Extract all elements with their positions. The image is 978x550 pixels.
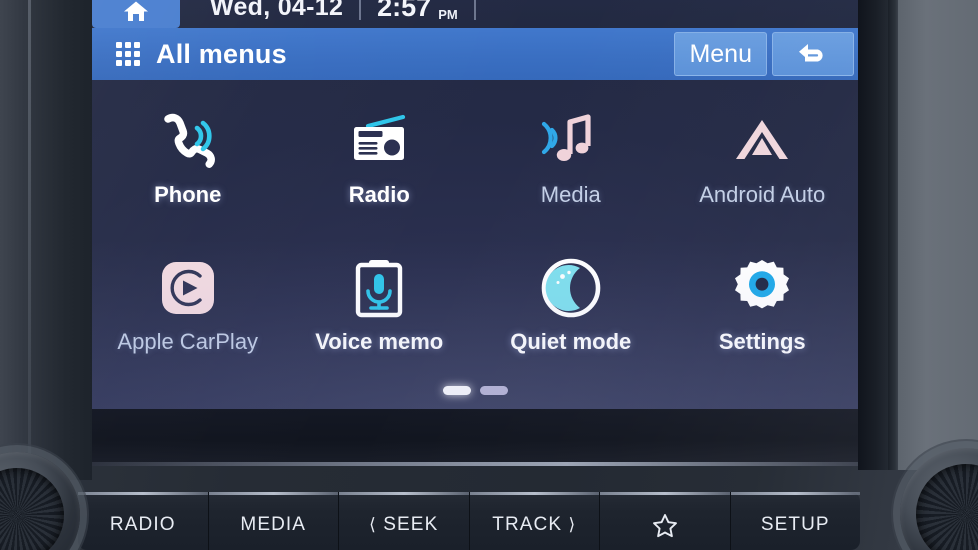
home-icon — [124, 1, 148, 21]
chevron-left-icon: ⟨ — [369, 515, 377, 534]
gear-icon — [729, 257, 795, 319]
volume-knob-grip — [0, 468, 64, 550]
app-label-media: Media — [540, 181, 601, 207]
status-datetime: Wed, 04-12 2:57 PM — [180, 0, 858, 28]
app-grid: Phone Radio Media Android Auto Apple Car… — [92, 84, 858, 379]
infotainment-screenshot: Wed, 04-12 2:57 PM All menus Menu Phone … — [0, 0, 978, 550]
app-tile-radio[interactable]: Radio — [284, 84, 476, 232]
hw-button-radio[interactable]: RADIO — [78, 492, 209, 550]
bezel-right-shadow — [858, 0, 892, 470]
app-tile-android-auto[interactable]: Android Auto — [667, 84, 859, 232]
hw-button-seek[interactable]: ⟨ SEEK — [339, 492, 470, 550]
grid-menu-icon — [116, 42, 140, 66]
back-arrow-icon — [799, 44, 823, 62]
app-label-apple-carplay: Apple CarPlay — [117, 329, 259, 355]
dash-trim-panel — [898, 0, 978, 470]
app-tile-voice-memo[interactable]: Voice memo — [284, 232, 476, 380]
title-bar: All menus Menu — [92, 28, 858, 80]
menu-button[interactable]: Menu — [674, 32, 767, 76]
chevron-right-icon: ⟩ — [568, 515, 577, 534]
star-icon — [652, 513, 677, 537]
app-tile-phone[interactable]: Phone — [92, 84, 284, 232]
status-separator-2 — [473, 0, 476, 20]
status-date: Wed, 04-12 — [210, 0, 344, 21]
status-time: 2:57 — [377, 0, 432, 22]
bezel-left-seam — [28, 0, 31, 480]
moon-icon — [538, 257, 604, 319]
hw-button-track[interactable]: TRACK ⟩ — [469, 492, 600, 550]
hw-button-setup[interactable]: SETUP — [730, 492, 860, 550]
voice-memo-icon — [346, 257, 412, 319]
page-dot-2[interactable] — [479, 386, 508, 395]
app-tile-media[interactable]: Media — [475, 84, 667, 232]
radio-icon — [346, 110, 412, 172]
app-label-radio: Radio — [348, 181, 410, 207]
hw-button-setup-label: SETUP — [760, 514, 830, 535]
title-bar-actions: Menu — [674, 28, 858, 80]
android-auto-icon — [729, 110, 795, 172]
display-bezel-bottom — [92, 409, 858, 466]
app-label-voice-memo: Voice memo — [315, 329, 444, 355]
hardware-button-bar: RADIO MEDIA ⟨ SEEK TRACK ⟩ SETUP — [78, 492, 860, 550]
infotainment-screen: Wed, 04-12 2:57 PM All menus Menu Phone … — [92, 0, 858, 409]
app-label-settings: Settings — [718, 329, 806, 355]
status-ampm: PM — [438, 6, 458, 22]
app-label-android-auto: Android Auto — [699, 181, 826, 207]
tune-knob-grip — [916, 464, 978, 550]
app-label-phone: Phone — [154, 181, 222, 207]
app-tile-apple-carplay[interactable]: Apple CarPlay — [92, 232, 284, 380]
carplay-icon — [155, 257, 221, 319]
status-bar: Wed, 04-12 2:57 PM — [92, 0, 858, 28]
hw-button-track-label: TRACK — [492, 514, 563, 535]
app-tile-quiet-mode[interactable]: Quiet mode — [475, 232, 667, 380]
hw-button-seek-label: SEEK — [383, 514, 439, 535]
page-indicator[interactable] — [92, 386, 858, 395]
menu-button-label: Menu — [689, 39, 752, 68]
status-separator — [359, 0, 362, 20]
phone-icon — [155, 110, 221, 172]
hw-button-media[interactable]: MEDIA — [208, 492, 339, 550]
music-note-icon — [538, 110, 604, 172]
hw-button-media-label: MEDIA — [240, 514, 307, 535]
home-button[interactable] — [92, 0, 180, 28]
page-title: All menus — [156, 38, 287, 69]
page-dot-1[interactable] — [442, 386, 471, 395]
bezel-left — [0, 0, 92, 480]
app-label-quiet-mode: Quiet mode — [510, 329, 632, 355]
back-button[interactable] — [772, 32, 854, 76]
app-tile-settings[interactable]: Settings — [667, 232, 859, 380]
hw-button-favorite[interactable] — [600, 492, 731, 550]
hw-button-radio-label: RADIO — [109, 514, 176, 535]
